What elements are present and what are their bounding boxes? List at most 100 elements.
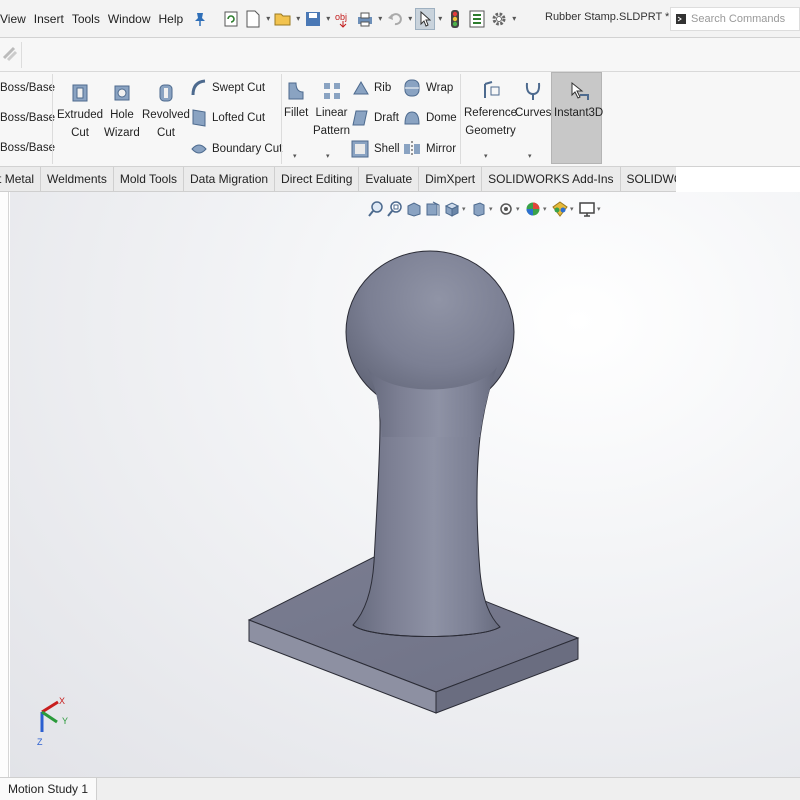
ribbon-separator (52, 74, 53, 164)
pattern-dropdown-icon[interactable]: ▾ (326, 152, 330, 160)
draft-button[interactable]: Draft (350, 108, 399, 128)
undo-dropdown-icon[interactable]: ▾ (407, 8, 413, 30)
tab-motion-study-1[interactable]: Motion Study 1 (0, 778, 98, 800)
instant3d-content: Instant3D (554, 80, 603, 122)
tab-solidworks-add-ins[interactable]: SOLIDWORKS Add-Ins (482, 167, 621, 192)
rib-label: Rib (374, 82, 392, 94)
tab-evaluate[interactable]: Evaluate (359, 167, 420, 192)
mirror-button[interactable]: Mirror (402, 139, 456, 159)
mirror-icon (404, 141, 420, 157)
shell-label: Shell (374, 143, 400, 155)
revolved-cut-icon (159, 84, 173, 102)
fillet-dropdown-icon[interactable]: ▾ (293, 152, 297, 160)
reference-geometry-label-2: Geometry (465, 125, 516, 137)
coordinate-triad-icon: X Y Z (37, 696, 68, 747)
menu-window[interactable]: Window (104, 12, 155, 26)
menu-insert[interactable]: Insert (30, 12, 68, 26)
wrap-icon (404, 79, 420, 97)
tab-direct-editing[interactable]: Direct Editing (275, 167, 360, 192)
lofted-cut-button[interactable]: Lofted Cut (190, 108, 265, 128)
search-commands-icon (671, 8, 691, 30)
shell-button[interactable]: Shell (350, 139, 400, 159)
curves-button[interactable]: Curves (515, 80, 551, 122)
command-manager-strip (0, 38, 800, 72)
swept-cut-button[interactable]: Swept Cut (190, 78, 265, 98)
print-icon[interactable] (355, 8, 375, 30)
linear-pattern-label-2: Pattern (313, 125, 351, 137)
extruded-cut-label-1: Extruded (57, 109, 104, 121)
open-folder-icon[interactable] (273, 8, 293, 30)
reference-geometry-icon (483, 81, 500, 98)
mirror-label: Mirror (426, 143, 457, 155)
quick-access-toolbar: ▾ ▾ ▾ obj ▾ ▾ ▾ ▾ (221, 7, 517, 30)
new-document-icon[interactable] (243, 8, 263, 30)
fillet-button[interactable]: Fillet (284, 80, 308, 122)
tab-mold-tools[interactable]: Mold Tools (114, 167, 184, 192)
ribbon-separator (281, 74, 282, 164)
curves-dropdown-icon[interactable]: ▾ (528, 152, 532, 160)
wrap-button[interactable]: Wrap (402, 78, 453, 98)
tabs-empty-area (676, 167, 800, 192)
features-ribbon: Boss/Base Boss/Base Boss/Base Extruded C… (0, 72, 800, 167)
hole-wizard-button[interactable]: Hole Wizard (104, 82, 140, 142)
hole-wizard-label-1: Hole (110, 109, 134, 121)
search-input[interactable]: Search Commands (691, 13, 785, 25)
tab-weldments[interactable]: Weldments (41, 167, 114, 192)
menu-tools[interactable]: Tools (68, 12, 104, 26)
save-dropdown-icon[interactable]: ▾ (325, 8, 331, 30)
rib-button[interactable]: Rib (352, 78, 391, 98)
dome-button[interactable]: Dome (402, 108, 457, 128)
rubber-stamp-model[interactable]: X Y Z (10, 192, 800, 777)
triad-y-label: Y (62, 716, 68, 726)
curves-icon (526, 82, 541, 100)
command-manager-tabs: Sheet Metal Weldments Mold Tools Data Mi… (0, 167, 745, 192)
instant3d-icon (571, 81, 589, 100)
reference-geometry-button[interactable]: Reference Geometry (464, 80, 517, 140)
boundary-cut-icon (191, 144, 207, 154)
select-dropdown-icon[interactable]: ▾ (437, 8, 443, 30)
new-dropdown-icon[interactable]: ▾ (265, 8, 271, 30)
lofted-cut-label: Lofted Cut (212, 112, 266, 124)
menu-view[interactable]: View (0, 12, 30, 26)
revolved-boss-base-label[interactable]: Boss/Base (0, 82, 55, 94)
sketch-tools-icon[interactable] (0, 42, 22, 68)
rebuild-icon[interactable] (221, 8, 241, 30)
document-title: Rubber Stamp.SLDPRT * (545, 11, 670, 23)
draft-label: Draft (374, 112, 399, 124)
save-icon[interactable] (303, 8, 323, 30)
tab-data-migration[interactable]: Data Migration (184, 167, 276, 192)
bottom-tab-bar: Motion Study 1 (0, 777, 800, 800)
linear-pattern-icon (323, 83, 340, 99)
feature-manager-panel[interactable] (0, 192, 9, 777)
tab-dimxpert[interactable]: DimXpert (419, 167, 483, 192)
fillet-label: Fillet (284, 107, 309, 119)
fillet-icon (288, 82, 304, 100)
obj-export-icon[interactable]: obj (333, 8, 353, 30)
menu-help[interactable]: Help (155, 12, 188, 26)
file-properties-icon[interactable] (467, 8, 487, 30)
hole-wizard-icon (114, 85, 130, 101)
options-gear-icon[interactable] (489, 8, 509, 30)
tab-sheet-metal[interactable]: Sheet Metal (0, 167, 42, 192)
boundary-boss-base-label[interactable]: Boss/Base (0, 142, 55, 154)
extruded-cut-button[interactable]: Extruded Cut (57, 82, 103, 142)
revolved-cut-button[interactable]: Revolved Cut (142, 82, 190, 142)
swept-boss-base-label[interactable]: Boss/Base (0, 112, 55, 124)
search-commands[interactable]: Search Commands (670, 7, 800, 31)
pin-menu-icon[interactable] (193, 12, 207, 26)
reference-geometry-label-1: Reference (464, 107, 518, 119)
linear-pattern-button[interactable]: Linear Pattern (313, 80, 350, 140)
menu-bar: View Insert Tools Window Help ▾ ▾ ▾ obj … (0, 0, 800, 38)
options-dropdown-icon[interactable]: ▾ (511, 8, 517, 30)
print-dropdown-icon[interactable]: ▾ (377, 8, 383, 30)
traffic-light-icon[interactable] (445, 8, 465, 30)
dome-icon (404, 111, 420, 125)
open-dropdown-icon[interactable]: ▾ (295, 8, 301, 30)
boundary-cut-button[interactable]: Boundary Cut (190, 139, 282, 159)
select-cursor-icon[interactable] (415, 7, 436, 30)
shell-icon (351, 140, 369, 158)
undo-icon[interactable] (385, 8, 405, 30)
linear-pattern-label-1: Linear (315, 107, 348, 119)
reference-geometry-dropdown-icon[interactable]: ▾ (484, 152, 488, 160)
graphics-viewport[interactable]: ▾ ▾ ▾ ▾ ▾ ▾ X Y Z (10, 192, 800, 777)
